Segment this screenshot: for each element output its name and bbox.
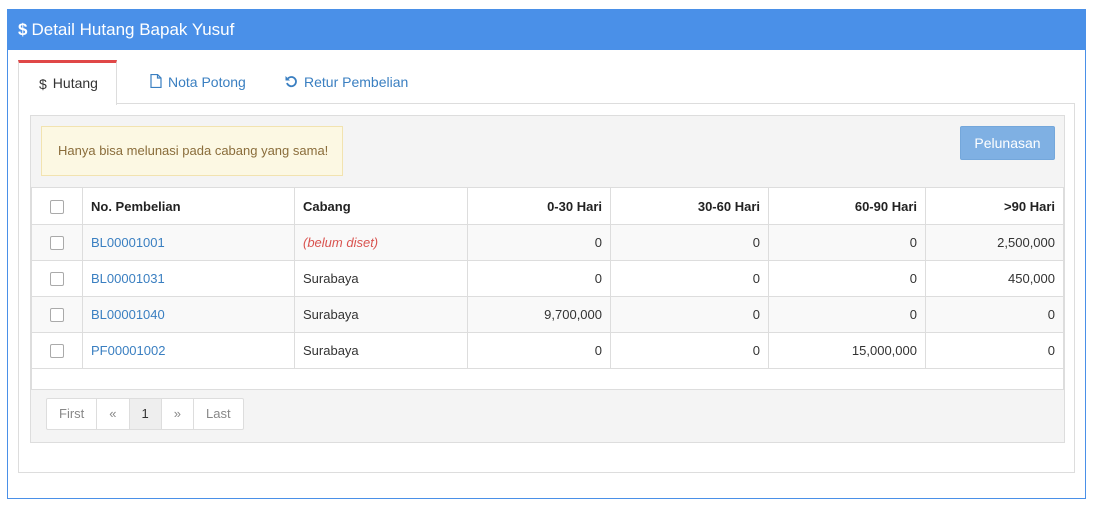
no-pembelian-link[interactable]: BL00001040 — [91, 307, 165, 322]
no-pembelian-cell: BL00001001 — [82, 224, 295, 261]
no-pembelian-link[interactable]: BL00001031 — [91, 271, 165, 286]
amount-30-60: 0 — [610, 260, 769, 297]
panel-header: $ Detail Hutang Bapak Yusuf — [8, 10, 1085, 50]
no-pembelian-link[interactable]: BL00001001 — [91, 235, 165, 250]
col-no-pembelian[interactable]: No. Pembelian — [82, 187, 295, 225]
select-all-cell — [31, 187, 83, 225]
row-select-cell — [31, 260, 83, 297]
col-30-60[interactable]: 30-60 Hari — [610, 187, 769, 225]
amount-60-90: 15,000,000 — [768, 332, 926, 369]
table-footer-row — [31, 368, 1064, 390]
cabang-cell: Surabaya — [294, 296, 468, 333]
amount-0-30: 0 — [467, 260, 611, 297]
no-pembelian-link[interactable]: PF00001002 — [91, 343, 165, 358]
no-pembelian-cell: BL00001031 — [82, 260, 295, 297]
row-checkbox[interactable] — [50, 236, 64, 251]
no-pembelian-cell: PF00001002 — [82, 332, 295, 369]
dollar-icon: $ — [18, 20, 28, 39]
tab-retur-pembelian[interactable]: Retur Pembelian — [269, 60, 424, 104]
amount-0-30: 0 — [467, 332, 611, 369]
tab-bar: $ Hutang Nota Potong Retur Pembelian — [18, 60, 1075, 105]
warning-alert: Hanya bisa melunasi pada cabang yang sam… — [41, 126, 343, 176]
tab-label: Hutang — [52, 75, 98, 91]
col-60-90[interactable]: 60-90 Hari — [768, 187, 926, 225]
col-0-30[interactable]: 0-30 Hari — [467, 187, 611, 225]
document-icon — [150, 61, 162, 105]
amount-90plus: 0 — [925, 296, 1064, 333]
amount-0-30: 9,700,000 — [467, 296, 611, 333]
table-row: BL00001040 Surabaya 9,700,000 0 0 0 — [31, 296, 1064, 333]
amount-90plus: 0 — [925, 332, 1064, 369]
cabang-value: (belum diset) — [303, 235, 379, 250]
pelunasan-button[interactable]: Pelunasan — [960, 126, 1055, 160]
amount-30-60: 0 — [610, 296, 769, 333]
pagination-next[interactable]: » — [160, 398, 194, 430]
row-checkbox[interactable] — [50, 308, 64, 323]
amount-0-30: 0 — [467, 224, 611, 261]
pagination-prev[interactable]: « — [96, 398, 130, 430]
amount-60-90: 0 — [768, 224, 926, 261]
tab-label: Retur Pembelian — [304, 74, 409, 90]
row-checkbox[interactable] — [50, 272, 64, 287]
tab-label: Nota Potong — [168, 74, 246, 90]
amount-60-90: 0 — [768, 260, 926, 297]
hutang-box: Hanya bisa melunasi pada cabang yang sam… — [30, 115, 1065, 443]
table-header-row: No. Pembelian Cabang 0-30 Hari 30-60 Har… — [31, 187, 1064, 225]
tab-hutang[interactable]: $ Hutang — [18, 60, 117, 105]
table-row: PF00001002 Surabaya 0 0 15,000,000 0 — [31, 332, 1064, 369]
table-row: BL00001001 (belum diset) 0 0 0 2,500,000 — [31, 224, 1064, 261]
row-select-cell — [31, 332, 83, 369]
pagination-first[interactable]: First — [46, 398, 98, 430]
row-checkbox[interactable] — [50, 344, 64, 359]
row-select-cell — [31, 224, 83, 261]
cabang-cell: Surabaya — [294, 332, 468, 369]
undo-icon — [285, 61, 298, 105]
row-select-cell — [31, 296, 83, 333]
dollar-icon: $ — [39, 75, 47, 92]
amount-90plus: 450,000 — [925, 260, 1064, 297]
amount-30-60: 0 — [610, 332, 769, 369]
hutang-table: No. Pembelian Cabang 0-30 Hari 30-60 Har… — [31, 187, 1064, 390]
amount-60-90: 0 — [768, 296, 926, 333]
page-title: Detail Hutang Bapak Yusuf — [31, 20, 235, 39]
tab-nota-potong[interactable]: Nota Potong — [134, 60, 262, 104]
cabang-cell: Surabaya — [294, 260, 468, 297]
pagination: First « 1 » Last — [46, 398, 244, 430]
col-cabang[interactable]: Cabang — [294, 187, 468, 225]
amount-90plus: 2,500,000 — [925, 224, 1064, 261]
cabang-cell: (belum diset) — [294, 224, 468, 261]
col-90plus[interactable]: >90 Hari — [925, 187, 1064, 225]
table-row: BL00001031 Surabaya 0 0 0 450,000 — [31, 260, 1064, 297]
table-footer-cell — [31, 368, 1064, 390]
pagination-page-1[interactable]: 1 — [128, 398, 162, 430]
tab-content: Hanya bisa melunasi pada cabang yang sam… — [18, 103, 1075, 473]
select-all-checkbox[interactable] — [50, 199, 64, 214]
amount-30-60: 0 — [610, 224, 769, 261]
no-pembelian-cell: BL00001040 — [82, 296, 295, 333]
pagination-last[interactable]: Last — [192, 398, 244, 430]
detail-panel: $ Detail Hutang Bapak Yusuf $ Hutang Nota … — [7, 9, 1086, 499]
